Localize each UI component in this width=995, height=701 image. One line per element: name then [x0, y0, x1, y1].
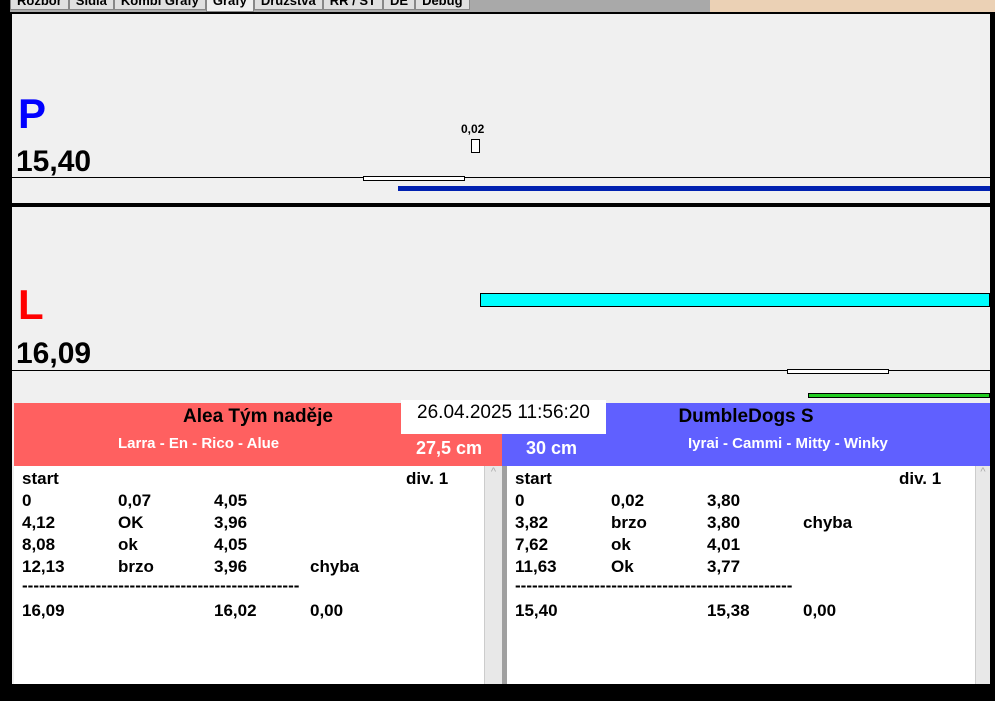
table-row: 0 0,07 4,05: [14, 491, 484, 513]
cell: 15,40: [515, 601, 558, 620]
left-scrollbar[interactable]: ^: [484, 466, 502, 684]
cell: 4,05: [214, 491, 248, 510]
left-team-dogs: Larra - En - Rico - Alue: [118, 435, 280, 452]
cell: div. 1: [899, 469, 942, 488]
lane-p-panel: P 15,40 0,02: [12, 14, 990, 204]
cell: brzo: [118, 557, 154, 576]
tab-druzstva[interactable]: Družstva: [253, 0, 323, 10]
cell: chyba: [803, 513, 853, 532]
list-header: start div. 1: [507, 469, 975, 491]
lane-p-time: 15,40: [16, 145, 92, 178]
cell: Ok: [611, 557, 634, 576]
left-team-height: 27,5 cm: [416, 438, 483, 458]
lane-p-letter: P: [18, 90, 47, 137]
cell: 3,96: [214, 557, 248, 576]
tab-sidla[interactable]: Sidla: [68, 0, 114, 10]
right-team-dogs: Iyrai - Cammi - Mitty - Winky: [688, 435, 888, 452]
table-row: 3,82 brzo 3,80 chyba: [507, 513, 975, 535]
cell: 4,01: [707, 535, 741, 554]
tab-kombi-grafy[interactable]: Kombi Grafy: [113, 0, 206, 10]
separator: ----------------------------------------…: [507, 576, 975, 598]
datetime: 26.04.2025 11:56:20: [401, 400, 606, 434]
right-scrollbar[interactable]: ^: [975, 466, 990, 684]
lane-l-bar-2: [808, 393, 990, 398]
cell: 8,08: [22, 535, 56, 554]
cell: 3,77: [707, 557, 741, 576]
cell: 0,07: [118, 491, 152, 510]
tab-grafy[interactable]: Grafy: [205, 0, 254, 12]
cell: 0: [22, 491, 32, 510]
cell: 0,00: [310, 601, 344, 620]
total-row: 16,09 16,02 0,00: [14, 601, 484, 623]
cell: OK: [118, 513, 144, 532]
right-team-height: 30 cm: [526, 438, 578, 458]
cell: 0,00: [803, 601, 837, 620]
lane-p-marker: [471, 139, 480, 153]
cell: 4,12: [22, 513, 56, 532]
cell: 16,02: [214, 601, 257, 620]
cell: 16,09: [22, 601, 65, 620]
lane-l-letter: L: [18, 281, 44, 328]
cell: start: [515, 469, 552, 488]
cell: ----------------------------------------…: [22, 576, 300, 595]
tab-rr-st[interactable]: RR / ST: [322, 0, 383, 10]
lane-l-time: 16,09: [16, 337, 92, 370]
right-team-results: start div. 1 0 0,02 3,80 3,82 brzo 3,80 chyba 7,6…: [507, 466, 975, 684]
tab-rozbor[interactable]: Rozbor: [10, 0, 69, 10]
cell: ok: [611, 535, 631, 554]
left-team-results: start div. 1 0 0,07 4,05 4,12 OK 3,96 8,08 ok 4,05…: [14, 466, 484, 684]
scroll-up-icon[interactable]: ^: [976, 466, 990, 478]
list-header: start div. 1: [14, 469, 484, 491]
cell: 7,62: [515, 535, 549, 554]
cell: 3,82: [515, 513, 549, 532]
lane-l-bar: [480, 293, 990, 307]
separator: ----------------------------------------…: [14, 576, 484, 598]
cell: 3,80: [707, 513, 741, 532]
tab-debug[interactable]: Debug: [415, 0, 470, 10]
cell: 3,96: [214, 513, 248, 532]
total-row: 15,40 15,38 0,00: [507, 601, 975, 623]
cell: 15,38: [707, 601, 750, 620]
lane-p-baseline: [12, 177, 990, 178]
cell: ----------------------------------------…: [515, 576, 793, 595]
lane-p-window: [363, 176, 465, 181]
cell: chyba: [310, 557, 360, 576]
lane-l-panel: L 16,09: [12, 207, 990, 401]
cell: div. 1: [406, 469, 449, 488]
cell: 12,13: [22, 557, 65, 576]
table-row: 0 0,02 3,80: [507, 491, 975, 513]
cell: 11,63: [515, 557, 557, 576]
table-row: 7,62 ok 4,01: [507, 535, 975, 557]
lane-p-bar: [398, 186, 990, 191]
cell: 0: [515, 491, 525, 510]
table-row: 8,08 ok 4,05: [14, 535, 484, 557]
lane-p-marker-label: 0,02: [461, 122, 485, 136]
cell: 3,80: [707, 491, 741, 510]
cell: 4,05: [214, 535, 248, 554]
table-row: 4,12 OK 3,96: [14, 513, 484, 535]
lane-l-window: [787, 369, 889, 374]
scroll-up-icon[interactable]: ^: [485, 466, 502, 478]
cell: start: [22, 469, 59, 488]
tab-de[interactable]: DE: [383, 0, 416, 10]
cell: brzo: [611, 513, 647, 532]
tab-strip-fill: [710, 0, 995, 12]
cell: 0,02: [611, 491, 645, 510]
cell: ok: [118, 535, 138, 554]
